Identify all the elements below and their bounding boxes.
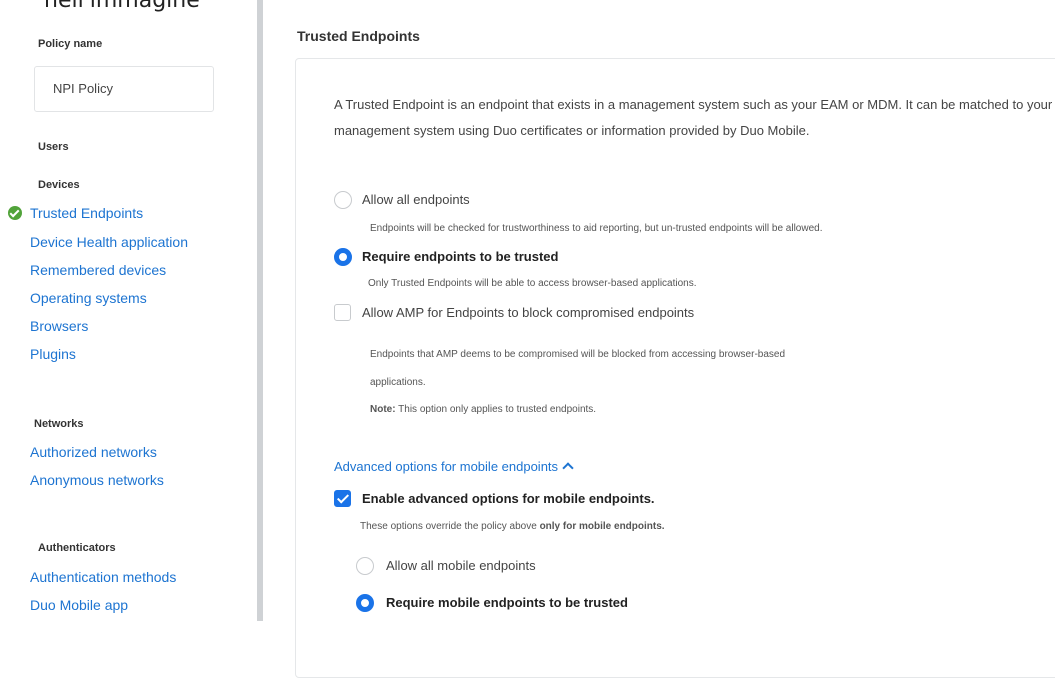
policy-name-field[interactable]: NPI Policy <box>34 66 214 112</box>
description-text: A Trusted Endpoint is an endpoint that e… <box>334 97 1053 138</box>
amp-block-compromised-checkbox[interactable] <box>334 304 351 321</box>
require-endpoints-trusted-radio[interactable] <box>334 248 352 266</box>
require-endpoints-trusted-label[interactable]: Require endpoints to be trusted <box>362 249 558 264</box>
sidebar-item-remembered-devices[interactable]: Remembered devices <box>30 262 166 278</box>
advanced-options-toggle[interactable]: Advanced options for mobile endpoints <box>334 459 574 474</box>
sidebar-item-plugins[interactable]: Plugins <box>30 346 76 362</box>
sidebar-item-anonymous-networks[interactable]: Anonymous networks <box>30 472 164 488</box>
sidebar-item-operating-systems[interactable]: Operating systems <box>30 290 147 306</box>
networks-section-label: Networks <box>34 418 84 430</box>
sidebar-item-trusted-endpoints[interactable]: Trusted Endpoints <box>30 205 143 221</box>
advanced-options-override-text: These options override the policy above … <box>360 521 665 532</box>
note-text: This option only applies to trusted endp… <box>395 404 597 415</box>
override-text: These options override the policy above <box>360 521 540 532</box>
allow-all-endpoints-help: Endpoints will be checked for trustworth… <box>370 223 823 234</box>
note-label: Note: <box>370 404 396 415</box>
page-title: Trusted Endpoints <box>297 28 420 44</box>
sidebar-item-device-health-application[interactable]: Device Health application <box>30 234 188 250</box>
advanced-options-link-text: Advanced options for mobile endpoints <box>334 459 559 474</box>
amp-help-text-continued: applications. <box>370 377 426 388</box>
allow-all-endpoints-radio[interactable] <box>334 191 352 209</box>
amp-note: Note: This option only applies to truste… <box>370 404 596 415</box>
trusted-endpoints-card <box>295 58 1055 678</box>
pane-divider[interactable] <box>257 0 263 621</box>
enable-advanced-options-checkbox[interactable] <box>334 490 351 507</box>
amp-block-compromised-label[interactable]: Allow AMP for Endpoints to block comprom… <box>362 305 694 320</box>
enable-advanced-options-label[interactable]: Enable advanced options for mobile endpo… <box>362 491 655 506</box>
require-mobile-endpoints-radio[interactable] <box>356 594 374 612</box>
check-circle-icon <box>8 206 22 220</box>
allow-all-mobile-endpoints-radio[interactable] <box>356 557 374 575</box>
require-mobile-endpoints-label[interactable]: Require mobile endpoints to be trusted <box>386 595 628 610</box>
require-endpoints-trusted-help: Only Trusted Endpoints will be able to a… <box>368 278 697 289</box>
sidebar-item-authentication-methods[interactable]: Authentication methods <box>30 569 176 585</box>
users-section-label: Users <box>38 141 69 153</box>
sidebar-item-authorized-networks[interactable]: Authorized networks <box>30 444 157 460</box>
amp-help-text: Endpoints that AMP deems to be compromis… <box>370 349 786 360</box>
sidebar-item-duo-mobile-app[interactable]: Duo Mobile app <box>30 597 128 613</box>
policy-sidebar: Policy name NPI Policy Users Devices Tru… <box>0 0 255 621</box>
sidebar-item-browsers[interactable]: Browsers <box>30 318 88 334</box>
allow-all-endpoints-label[interactable]: Allow all endpoints <box>362 192 470 207</box>
devices-section-label: Devices <box>38 179 80 191</box>
override-text-emphasis: only for mobile endpoints. <box>539 521 665 532</box>
allow-all-mobile-endpoints-label[interactable]: Allow all mobile endpoints <box>386 558 536 573</box>
policy-name-label: Policy name <box>38 38 103 50</box>
authenticators-section-label: Authenticators <box>38 542 116 554</box>
chevron-up-icon <box>562 462 574 474</box>
